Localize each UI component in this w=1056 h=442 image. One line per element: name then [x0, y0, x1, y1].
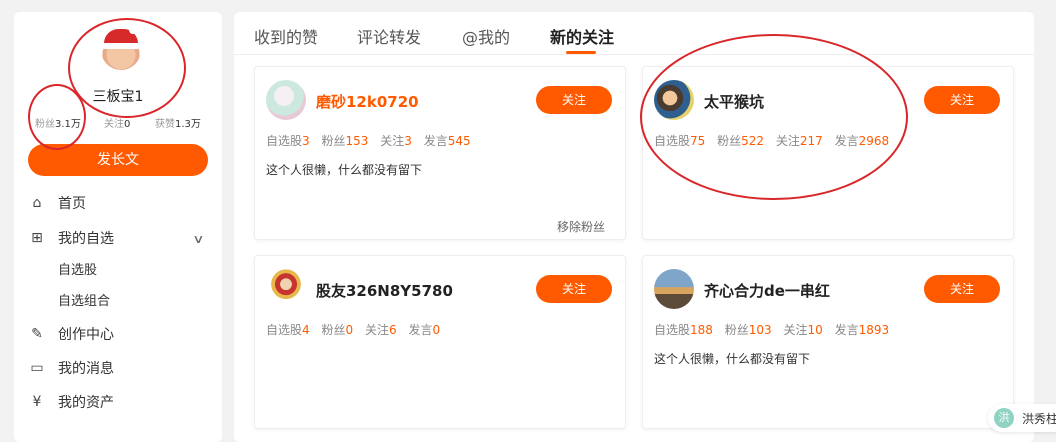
posts-value: 2968 [858, 134, 890, 148]
stocks-value: 3 [302, 134, 310, 148]
follower-stats: 自选股188 粉丝103 关注10 发言1893 [654, 321, 897, 338]
posts-value: 545 [447, 134, 471, 148]
follower-name[interactable]: 磨砂12k0720 [316, 91, 419, 112]
following-label: 关注 [364, 323, 389, 337]
nav-watchlist[interactable]: ⊞ 我的自选 [28, 228, 114, 248]
fans-label: 粉丝 [321, 323, 346, 337]
fans-label: 粉丝 [717, 134, 742, 148]
following-value: 10 [807, 323, 823, 337]
nav-home-label: 首页 [58, 196, 86, 212]
santa-hat-ball [129, 26, 137, 34]
fans-value: 522 [741, 134, 765, 148]
fans-value: 3.1万 [55, 119, 81, 130]
follower-avatar[interactable] [266, 80, 306, 120]
likes-stat: 获赞1.3万 [155, 115, 201, 130]
home-icon: ⌂ [32, 195, 42, 211]
following-label: 关注 [104, 119, 124, 130]
follower-avatar[interactable] [654, 80, 694, 120]
stocks-value: 75 [690, 134, 706, 148]
nav-creator-center[interactable]: ✎ 创作中心 [28, 324, 114, 344]
following-label: 关注 [380, 134, 405, 148]
nav-watchlist-label: 我的自选 [58, 231, 114, 247]
follower-stats: 自选股75 粉丝522 关注217 发言2968 [654, 132, 897, 149]
tab-new-followers[interactable]: 新的关注 [550, 24, 614, 48]
posts-value: 1893 [858, 323, 890, 337]
follower-avatar[interactable] [266, 269, 306, 309]
user-initial-icon: 洪 [994, 408, 1014, 428]
fans-value: 0 [345, 323, 354, 337]
follower-name[interactable]: 齐心合力de一串红 [704, 280, 830, 301]
stocks-label: 自选股 [266, 134, 303, 148]
floating-user-badge[interactable]: 洪 洪秀柱 [988, 404, 1056, 432]
stocks-label: 自选股 [266, 323, 303, 337]
nav-watchlist-stocks[interactable]: 自选股 [58, 259, 97, 278]
fans-value: 103 [748, 323, 772, 337]
following-value: 3 [404, 134, 412, 148]
yen-icon: ¥ [32, 394, 42, 410]
message-icon: ▭ [30, 360, 44, 376]
edit-icon: ✎ [31, 326, 43, 342]
nav-home[interactable]: ⌂ 首页 [28, 193, 86, 213]
follower-bio: 这个人很懒，什么都没有留下 [266, 163, 423, 177]
fans-label: 粉丝 [321, 134, 346, 148]
nav-watchlist-portfolios[interactable]: 自选组合 [58, 290, 110, 309]
nav-assets[interactable]: ¥ 我的资产 [28, 392, 114, 412]
posts-label: 发言 [834, 323, 859, 337]
follower-stats: 自选股3 粉丝153 关注3 发言545 [266, 132, 479, 149]
fans-stat[interactable]: 粉丝3.1万 [35, 115, 81, 130]
follow-button[interactable]: 关注 [924, 275, 1000, 303]
following-value: 217 [799, 134, 823, 148]
active-tab-indicator [566, 51, 596, 54]
tab-comments-reposts[interactable]: 评论转发 [357, 24, 421, 48]
nav-creator-label: 创作中心 [58, 327, 114, 343]
follower-card: 齐心合力de一串红 关注 自选股188 粉丝103 关注10 发言1893 这个… [642, 255, 1014, 429]
fans-value: 153 [345, 134, 369, 148]
notifications-panel: 收到的赞 评论转发 @我的 新的关注 磨砂12k0720 关注 自选股3 粉丝1… [234, 12, 1034, 442]
plus-square-icon: ⊞ [31, 230, 43, 246]
fans-label: 粉丝 [724, 323, 749, 337]
follower-name[interactable]: 股友326N8Y5780 [316, 280, 453, 301]
follower-card: 磨砂12k0720 关注 自选股3 粉丝153 关注3 发言545 这个人很懒，… [254, 66, 626, 240]
stocks-value: 188 [690, 323, 713, 337]
likes-value: 1.3万 [175, 119, 201, 130]
nav-messages-label: 我的消息 [58, 361, 114, 377]
following-label: 关注 [775, 134, 800, 148]
posts-label: 发言 [408, 323, 433, 337]
tab-likes-received[interactable]: 收到的赞 [254, 24, 318, 48]
stocks-value: 4 [302, 323, 310, 337]
notification-tabs: 收到的赞 评论转发 @我的 新的关注 [234, 12, 1034, 55]
posts-label: 发言 [423, 134, 448, 148]
follow-button[interactable]: 关注 [536, 275, 612, 303]
following-value: 0 [124, 119, 131, 130]
stocks-label: 自选股 [654, 134, 691, 148]
santa-hat-fur [102, 43, 140, 49]
remove-fan-link[interactable]: 移除粉丝 [557, 218, 605, 235]
likes-label: 获赞 [155, 119, 175, 130]
following-value: 6 [388, 323, 397, 337]
follower-bio: 这个人很懒，什么都没有留下 [654, 352, 811, 366]
follower-card: 太平猴坑 关注 自选股75 粉丝522 关注217 发言2968 [642, 66, 1014, 240]
post-article-button[interactable]: 发长文 [28, 144, 208, 176]
username[interactable]: 三板宝1 [0, 86, 236, 106]
following-label: 关注 [783, 323, 808, 337]
fans-label: 粉丝 [35, 119, 55, 130]
follower-name[interactable]: 太平猴坑 [704, 91, 764, 112]
posts-value: 0 [432, 323, 441, 337]
tab-mentions[interactable]: @我的 [462, 24, 510, 48]
follower-card: 股友326N8Y5780 关注 自选股4 粉丝0 关注6 发言0 [254, 255, 626, 429]
floating-user-name: 洪秀柱 [1022, 412, 1056, 426]
follow-button[interactable]: 关注 [536, 86, 612, 114]
nav-messages[interactable]: ▭ 我的消息 [28, 358, 114, 378]
posts-label: 发言 [834, 134, 859, 148]
chevron-down-icon[interactable]: ∨ [192, 232, 204, 246]
follow-button[interactable]: 关注 [924, 86, 1000, 114]
nav-assets-label: 我的资产 [58, 395, 114, 411]
follower-stats: 自选股4 粉丝0 关注6 发言0 [266, 321, 448, 338]
following-stat[interactable]: 关注0 [104, 115, 130, 130]
follower-avatar[interactable] [654, 269, 694, 309]
stocks-label: 自选股 [654, 323, 691, 337]
